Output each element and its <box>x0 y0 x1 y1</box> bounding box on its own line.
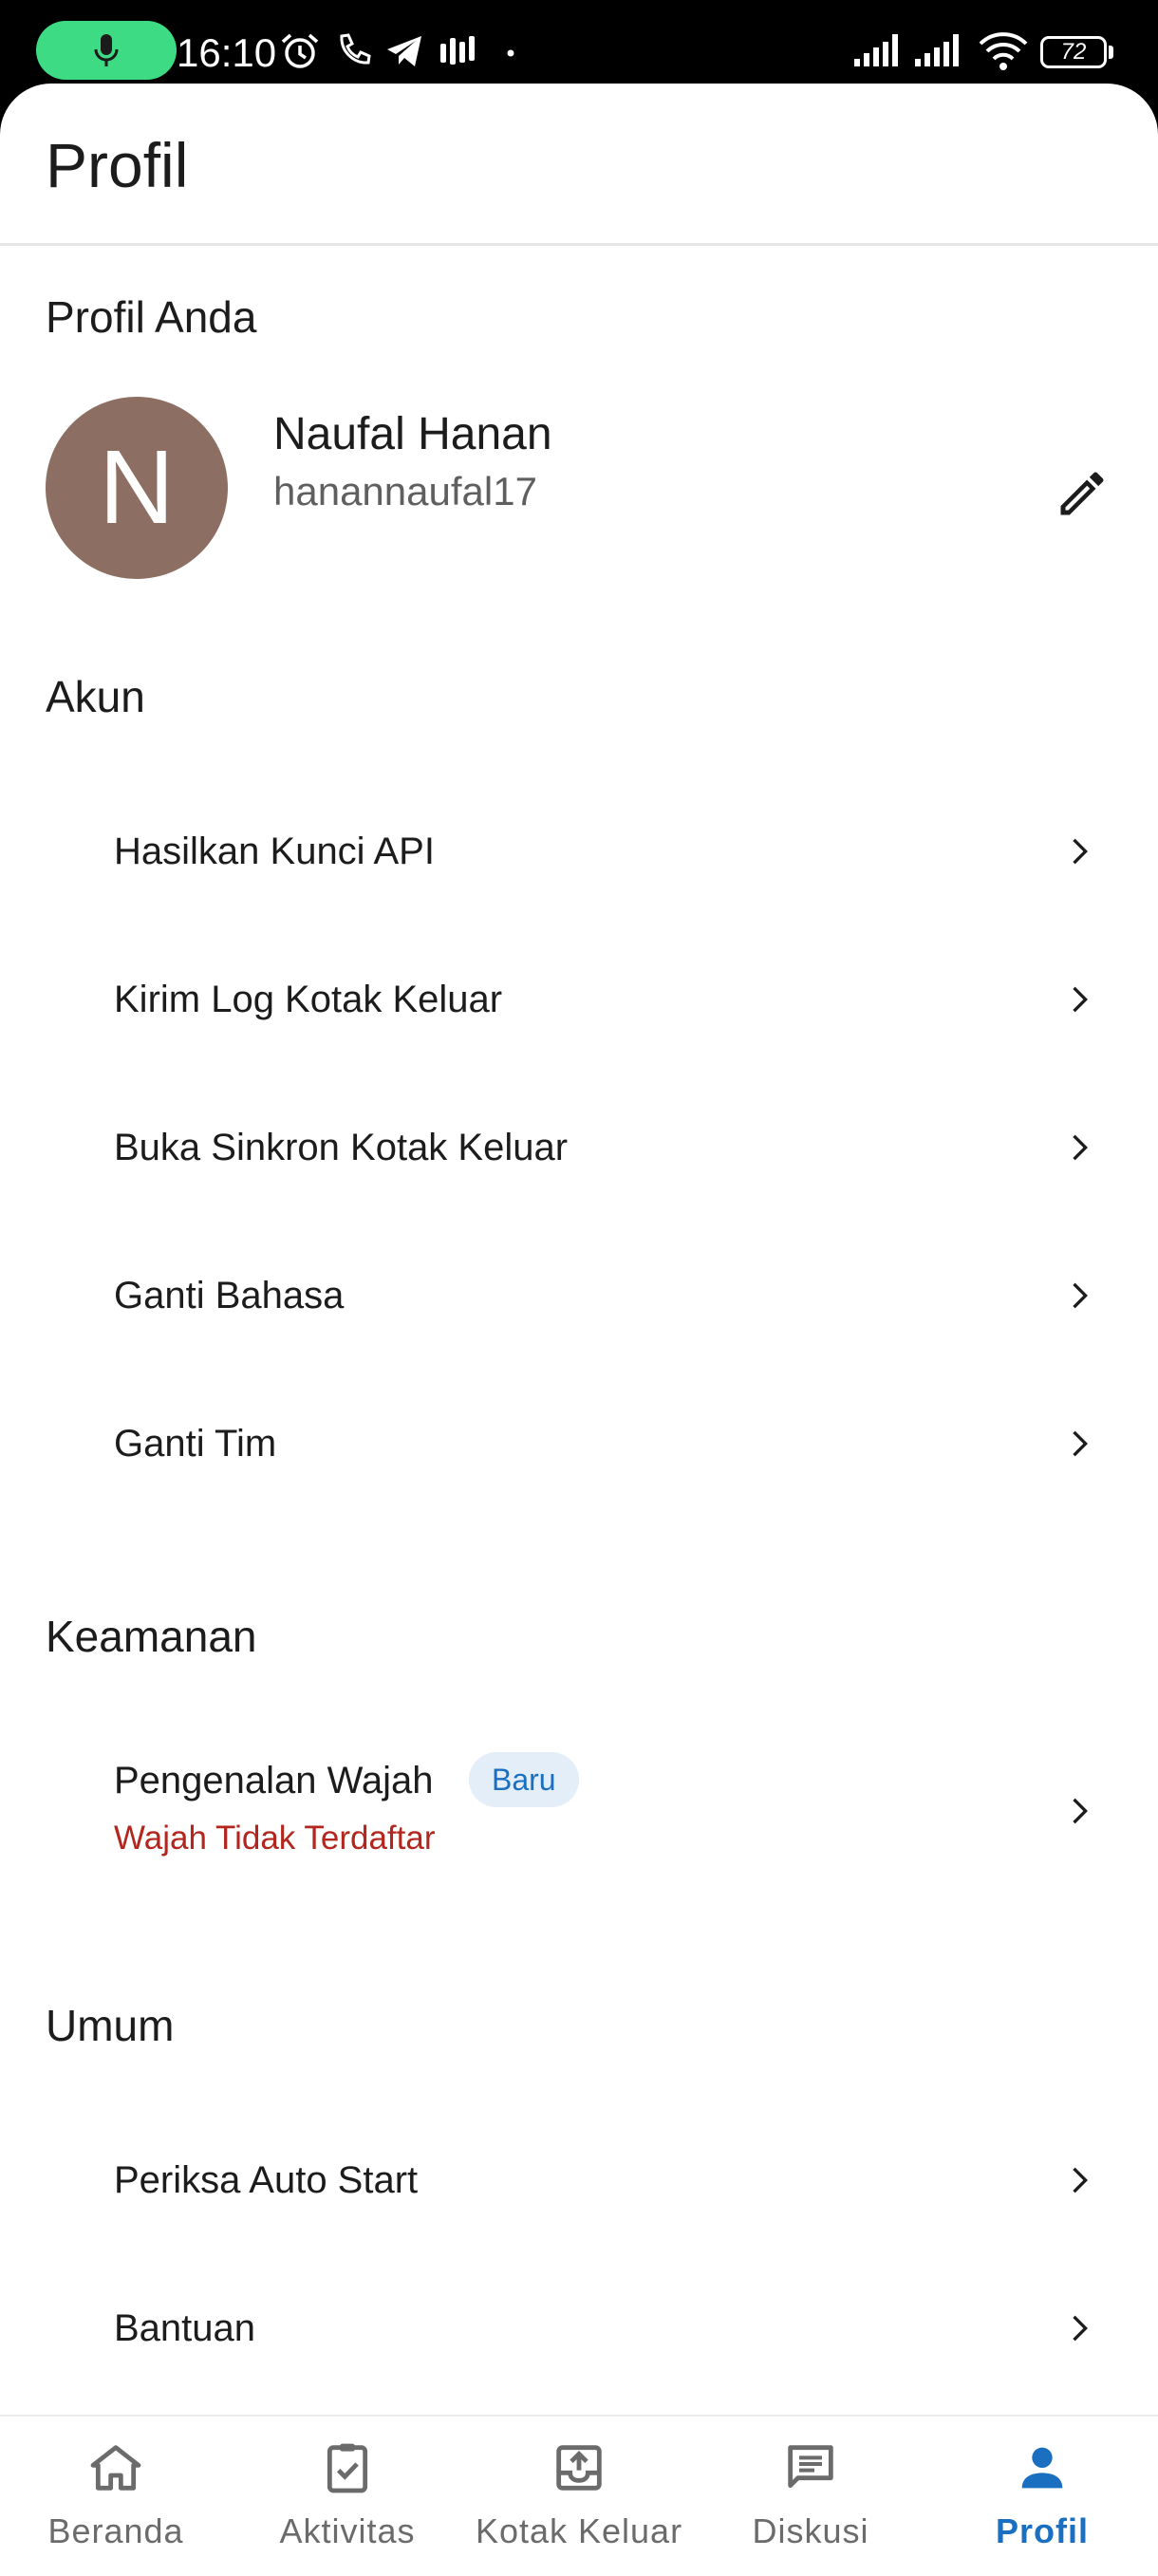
menu-item-change-team[interactable]: Ganti Tim <box>0 1372 1158 1515</box>
chevron-right-icon <box>1073 2167 1088 2193</box>
signal-icon <box>854 34 898 66</box>
section-title-account: Akun <box>46 672 145 721</box>
battery-nub <box>1109 46 1113 59</box>
nav-tab-label: Profil <box>995 2511 1089 2550</box>
person-icon <box>1021 2447 1063 2489</box>
new-badge: Baru <box>469 1752 579 1807</box>
nav-tab-label: Kotak Keluar <box>475 2511 683 2550</box>
nav-tab-label: Aktivitas <box>279 2511 416 2550</box>
nav-tab-home[interactable]: Beranda <box>0 2417 232 2576</box>
pencil-icon <box>1060 472 1104 515</box>
bottom-navigation: Beranda Aktivitas Kotak Keluar Diskusi P… <box>0 2415 1158 2576</box>
task-check-icon <box>327 2443 368 2493</box>
menu-item-label: Bantuan <box>114 2307 256 2349</box>
app-bar: Profil <box>0 84 1158 246</box>
chevron-right-icon <box>1073 1282 1088 1309</box>
menu-item-label: Hasilkan Kunci API <box>114 831 435 872</box>
equalizer-icon <box>440 36 475 65</box>
wifi-icon <box>979 32 1028 70</box>
menu-item-label: Buka Sinkron Kotak Keluar <box>114 1127 569 1168</box>
menu-item-label: Periksa Auto Start <box>114 2159 419 2201</box>
nav-tab-activity[interactable]: Aktivitas <box>232 2417 463 2576</box>
menu-item-label: Ganti Tim <box>114 1423 277 1465</box>
chevron-right-icon <box>1073 986 1088 1013</box>
status-bar: 16:10 72 <box>0 0 1158 84</box>
menu-item-check-autostart[interactable]: Periksa Auto Start <box>0 2109 1158 2251</box>
notification-dot-icon <box>507 49 514 57</box>
profile-name: Naufal Hanan <box>273 409 552 459</box>
page-title: Profil <box>46 130 189 200</box>
status-time: 16:10 <box>177 30 277 75</box>
chat-icon <box>788 2445 833 2489</box>
nav-tab-discussion[interactable]: Diskusi <box>695 2417 926 2576</box>
menu-item-send-outbox-log[interactable]: Kirim Log Kotak Keluar <box>0 928 1158 1071</box>
edit-profile-button[interactable] <box>1044 456 1120 532</box>
chevron-right-icon <box>1073 1134 1088 1161</box>
signal-icon <box>915 34 959 66</box>
outbox-icon <box>556 2445 602 2491</box>
home-icon <box>90 2445 141 2491</box>
chevron-right-icon <box>1073 1430 1088 1457</box>
telegram-icon <box>387 36 421 66</box>
alarm-icon <box>281 33 319 68</box>
avatar: N <box>46 397 228 579</box>
section-title-profile: Profil Anda <box>46 292 257 342</box>
menu-item-label: Kirim Log Kotak Keluar <box>114 979 503 1020</box>
face-recognition-label: Pengenalan Wajah <box>114 1760 434 1801</box>
chevron-right-icon <box>1073 1798 1088 1824</box>
menu-item-generate-api-key[interactable]: Hasilkan Kunci API <box>0 780 1158 923</box>
profile-screen: Profil Profil Anda N Naufal Hanan hanann… <box>0 84 1158 2574</box>
chevron-right-icon <box>1073 838 1088 865</box>
battery-level: 72 <box>1060 39 1087 65</box>
mic-indicator <box>36 21 177 80</box>
nav-tab-outbox[interactable]: Kotak Keluar <box>463 2417 695 2576</box>
section-title-security: Keamanan <box>46 1612 257 1661</box>
face-status-text: Wajah Tidak Terdaftar <box>114 1820 436 1857</box>
nav-tab-label: Diskusi <box>752 2511 869 2550</box>
chevron-right-icon <box>1073 2315 1088 2342</box>
nav-tab-profile[interactable]: Profil <box>926 2417 1158 2576</box>
section-title-general: Umum <box>46 2001 175 2050</box>
menu-item-face-recognition[interactable] <box>0 1726 1158 1896</box>
menu-item-help[interactable]: Bantuan <box>0 2257 1158 2399</box>
nav-tab-label: Beranda <box>47 2511 184 2550</box>
menu-item-change-language[interactable]: Ganti Bahasa <box>0 1224 1158 1367</box>
profile-username: hanannaufal17 <box>273 469 537 513</box>
menu-item-open-outbox-sync[interactable]: Buka Sinkron Kotak Keluar <box>0 1076 1158 1219</box>
microphone-icon <box>94 34 119 66</box>
phone-icon <box>340 33 371 65</box>
menu-item-label: Ganti Bahasa <box>114 1275 345 1316</box>
